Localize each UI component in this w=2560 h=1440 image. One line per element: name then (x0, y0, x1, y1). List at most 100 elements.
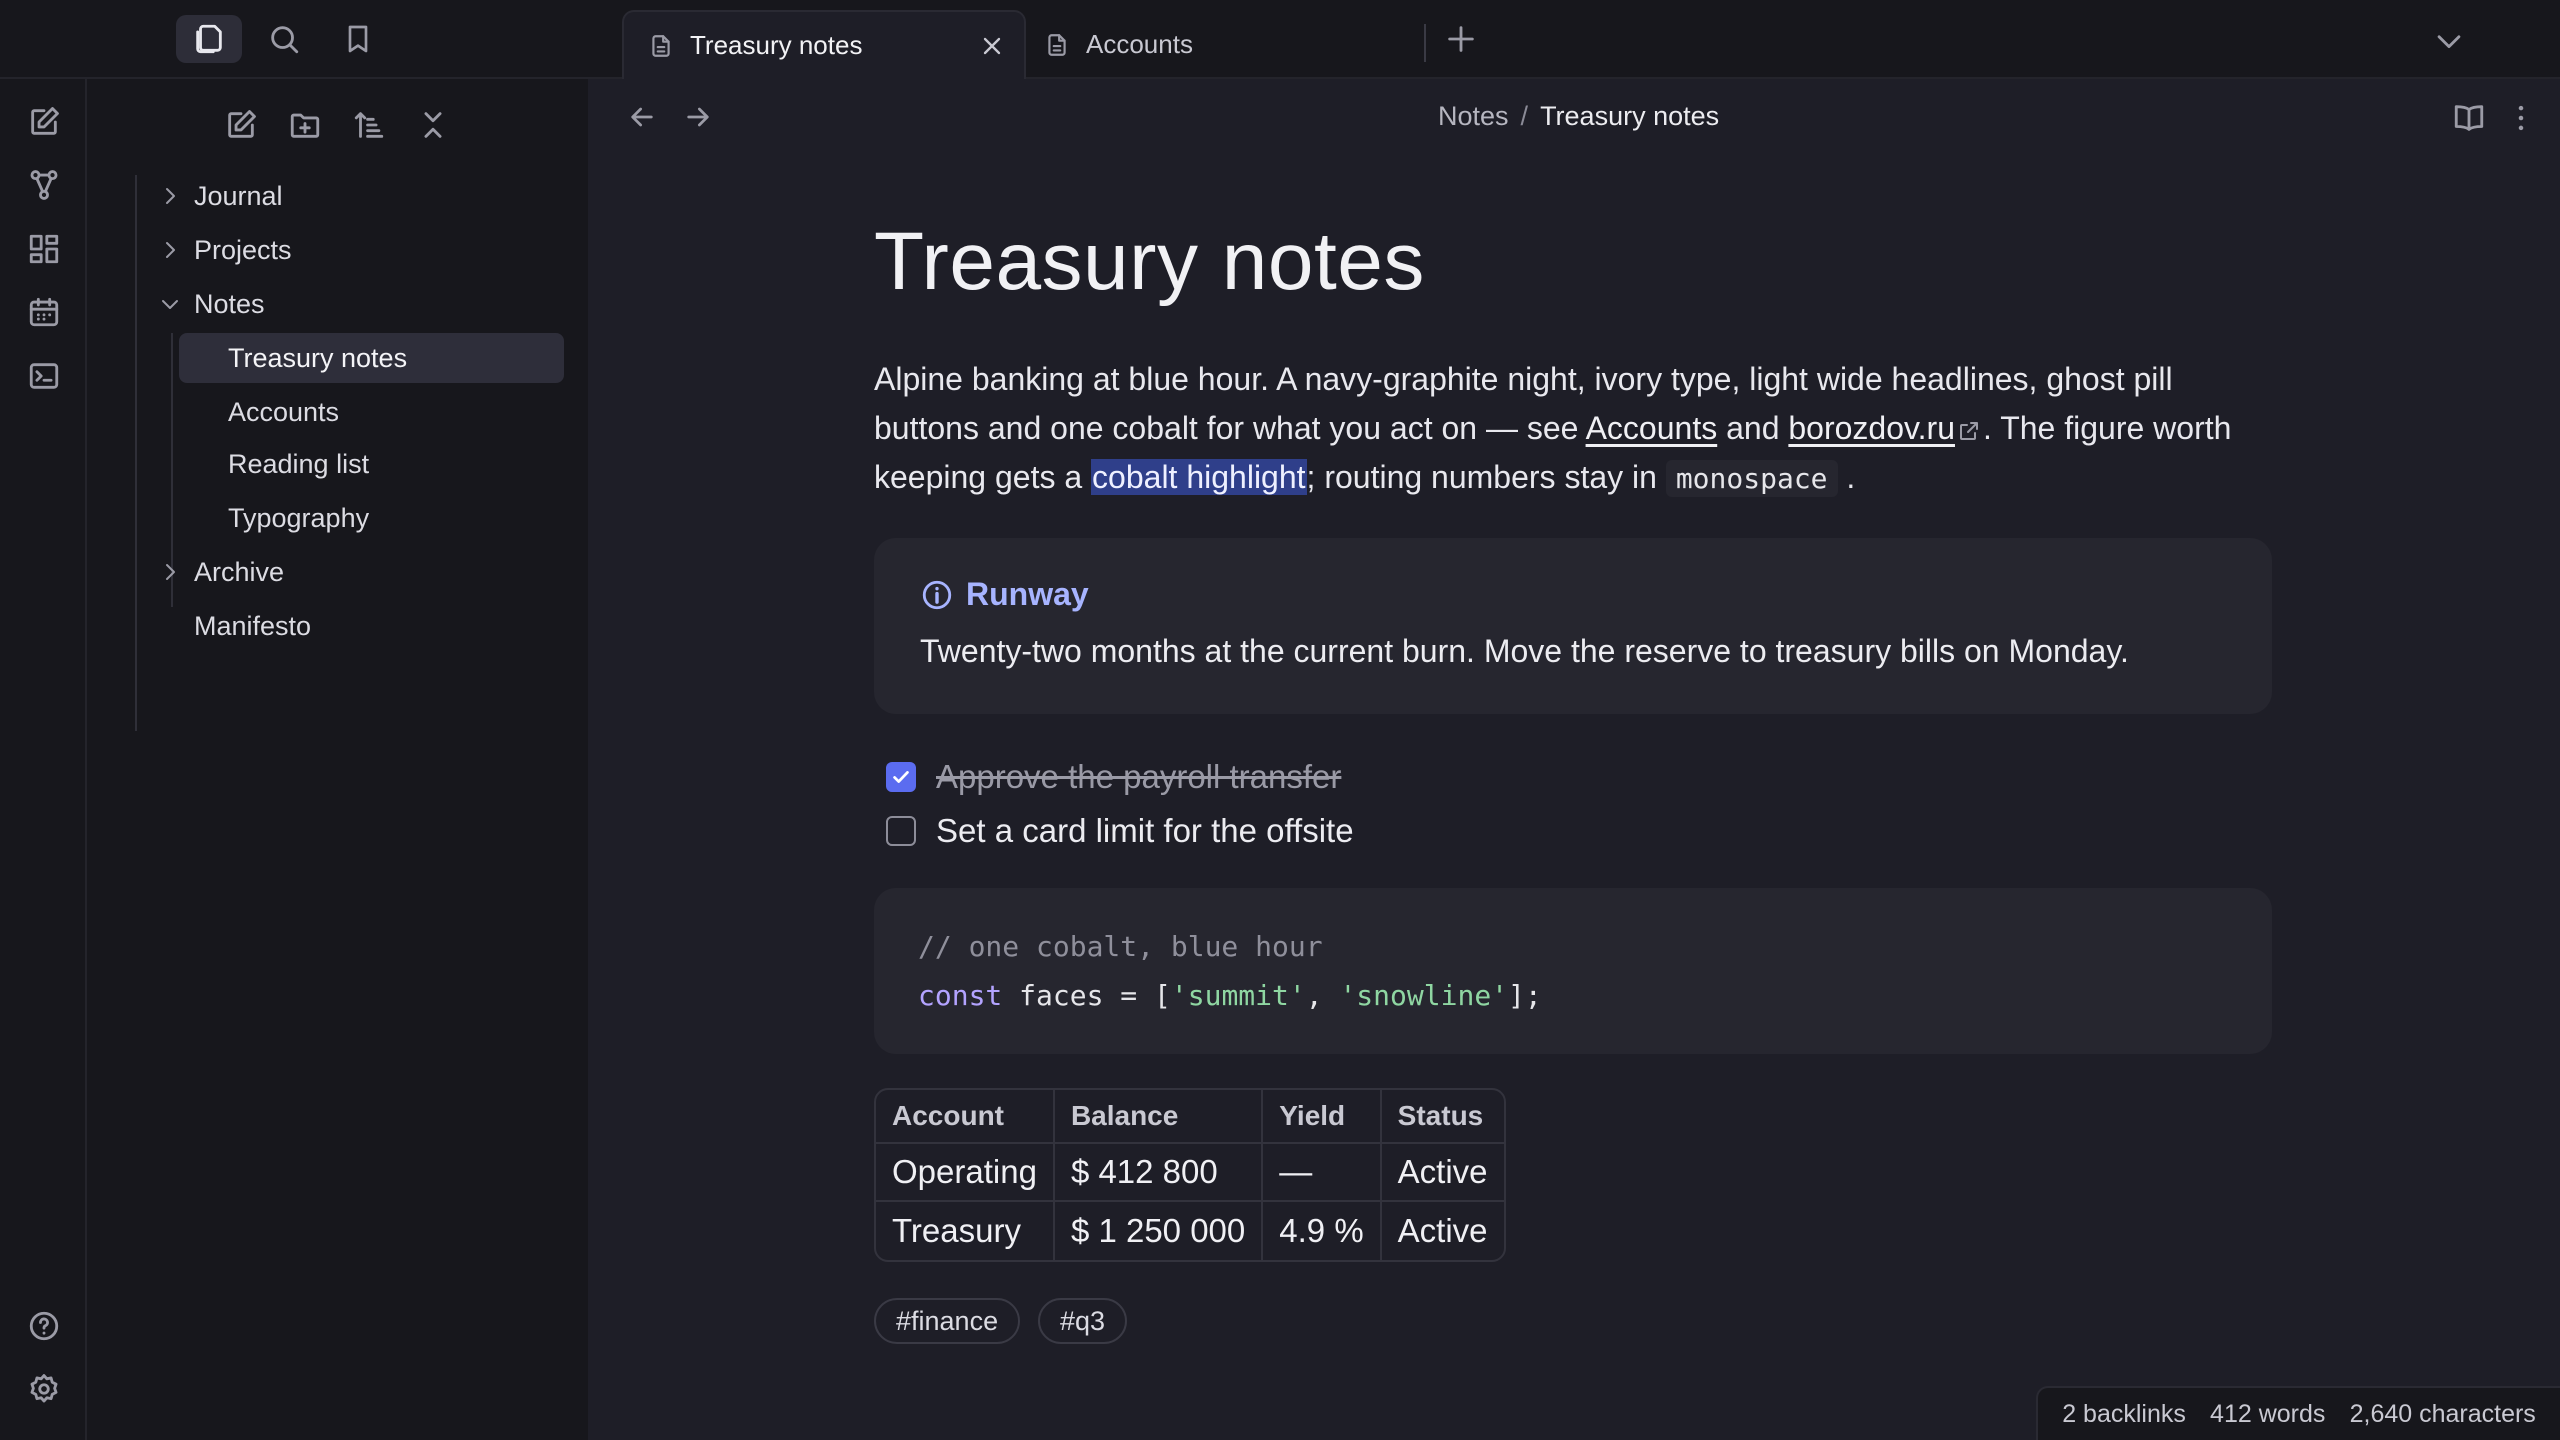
breadcrumb-current[interactable]: Treasury notes (1540, 101, 1719, 131)
help-icon (29, 1311, 59, 1341)
ribbon-terminal[interactable] (23, 355, 65, 397)
sidebar-item-label: Manifesto (194, 610, 312, 641)
table-cell: Active (1397, 1212, 1488, 1249)
status-backlinks[interactable]: 2 backlinks (2062, 1400, 2186, 1429)
sidebar-item-typography[interactable]: Typography (228, 493, 528, 543)
more-options-button[interactable] (2504, 101, 2538, 135)
task-checkbox[interactable] (886, 816, 916, 846)
task-text: Set a card limit for the offsite (936, 812, 1354, 849)
reading-view-button[interactable] (2452, 101, 2486, 135)
code-token: , (1305, 979, 1340, 1012)
table-cell: $ 412 800 (1054, 1144, 1264, 1202)
table-cell: Active (1381, 1144, 1504, 1202)
code-string: 'summit' (1170, 979, 1306, 1012)
chevron-down-icon (162, 300, 178, 309)
table-cell: 4.9 % (1263, 1202, 1382, 1260)
table-row: Treasury $ 1 250 000 4.9 % Active (876, 1202, 1504, 1260)
breadcrumb: Notes / Treasury notes (1438, 101, 1719, 132)
files-button[interactable] (176, 15, 242, 63)
breadcrumb-folder[interactable]: Notes (1438, 101, 1509, 131)
back-button[interactable] (626, 101, 658, 133)
ribbon-new-note[interactable] (23, 101, 65, 143)
sidebar-item-archive[interactable]: Archive (166, 547, 494, 597)
new-folder-icon (290, 113, 320, 138)
code-block[interactable]: // one cobalt, blue hour const faces = [… (874, 888, 2272, 1054)
breadcrumb-separator: / (1520, 101, 1529, 131)
arrow-left-icon (631, 107, 653, 127)
status-bar: 2 backlinks 412 words 2,640 characters (2036, 1386, 2560, 1440)
chevron-right-icon (166, 242, 175, 258)
column-header: Balance (1054, 1090, 1264, 1144)
paragraph-text: and (1717, 410, 1789, 446)
ribbon-graph[interactable] (23, 164, 65, 206)
task-checkbox[interactable] (886, 762, 916, 792)
table-row: Operating $ 412 800 — Active (876, 1144, 1504, 1202)
plus-icon (1448, 26, 1474, 52)
sidebar-item-label: Typography (228, 502, 370, 533)
sort-button[interactable] (347, 103, 391, 147)
ribbon-calendar[interactable] (23, 291, 65, 333)
sidebar-item-label: Notes (194, 288, 265, 319)
sidebar-item-projects[interactable]: Projects (166, 225, 494, 275)
sidebar-item-label: Archive (194, 556, 285, 587)
code-token: ]; (1508, 979, 1542, 1012)
tab-label: Accounts (1086, 29, 1193, 59)
note-paragraph[interactable]: Alpine banking at blue hour. A navy-grap… (874, 355, 2274, 503)
search-button[interactable] (251, 15, 317, 63)
link-accounts[interactable]: Accounts (1586, 410, 1718, 446)
new-note-icon (31, 107, 59, 135)
sort-icon (354, 112, 384, 138)
document-icon (1048, 33, 1066, 56)
link-external[interactable]: borozdov.ru (1788, 410, 1955, 446)
sidebar-item-manifesto[interactable]: Manifesto (194, 601, 494, 651)
column-header: Status (1381, 1090, 1504, 1144)
graph-icon (30, 170, 58, 200)
sidebar-item-label: Treasury notes (228, 342, 408, 373)
bookmark-icon (348, 25, 368, 53)
external-link-icon (1959, 421, 1978, 440)
tab-treasury-notes[interactable]: Treasury notes (622, 10, 1026, 79)
table-cell: Operating (876, 1144, 1055, 1202)
new-tab-button[interactable] (1444, 22, 1478, 56)
sidebar-item-accounts[interactable]: Accounts (228, 387, 528, 437)
chevron-down-icon (2437, 35, 2461, 49)
collapse-all-icon (424, 112, 442, 138)
note-title[interactable]: Treasury notes (874, 215, 1425, 309)
table-cell: Treasury (876, 1202, 1055, 1260)
sidebar-item-label: Projects (194, 234, 292, 265)
tag-finance[interactable]: #finance (874, 1298, 1021, 1344)
tree-guide (135, 175, 137, 731)
bookmarks-button[interactable] (325, 15, 391, 63)
sidebar-item-notes[interactable]: Notes (162, 279, 494, 329)
sidebar-item-reading-list[interactable]: Reading list (228, 439, 528, 489)
tag-q3[interactable]: #q3 (1038, 1298, 1128, 1344)
settings-icon (30, 1374, 58, 1403)
status-character-count: 2,640 characters (2349, 1399, 2536, 1428)
arrow-right-icon (687, 107, 709, 127)
chevron-right-icon (166, 188, 175, 204)
inline-code: monospace (1665, 460, 1838, 497)
new-note-icon (228, 110, 256, 138)
callout[interactable]: Runway Twenty-two months at the current … (874, 538, 2272, 714)
forward-button[interactable] (682, 101, 714, 133)
ribbon (0, 79, 87, 1440)
sidebar-item-treasury-notes[interactable]: Treasury notes (179, 333, 564, 383)
table-header-row: Account Balance Yield Status (876, 1090, 1504, 1144)
callout-title: Runway (966, 576, 1089, 612)
ribbon-help[interactable] (23, 1305, 65, 1347)
tab-list-button[interactable] (2432, 24, 2466, 58)
ribbon-canvas[interactable] (23, 228, 65, 270)
collapse-all-button[interactable] (411, 103, 455, 147)
sidebar-item-label: Journal (194, 180, 283, 211)
canvas-icon (29, 234, 59, 264)
accounts-table[interactable]: Account Balance Yield Status Operating $… (874, 1088, 1506, 1262)
code-string: 'snowline' (1339, 979, 1509, 1012)
close-icon[interactable] (978, 32, 1006, 60)
sidebar-item-journal[interactable]: Journal (166, 171, 494, 221)
tab-accounts[interactable]: Accounts (1040, 10, 1420, 79)
ribbon-settings[interactable] (23, 1368, 65, 1410)
task-item: Approve the payroll transfer (886, 758, 1341, 796)
new-folder-button[interactable] (283, 103, 327, 147)
sidebar-item-label: Accounts (228, 396, 340, 427)
new-note-button[interactable] (219, 103, 263, 147)
